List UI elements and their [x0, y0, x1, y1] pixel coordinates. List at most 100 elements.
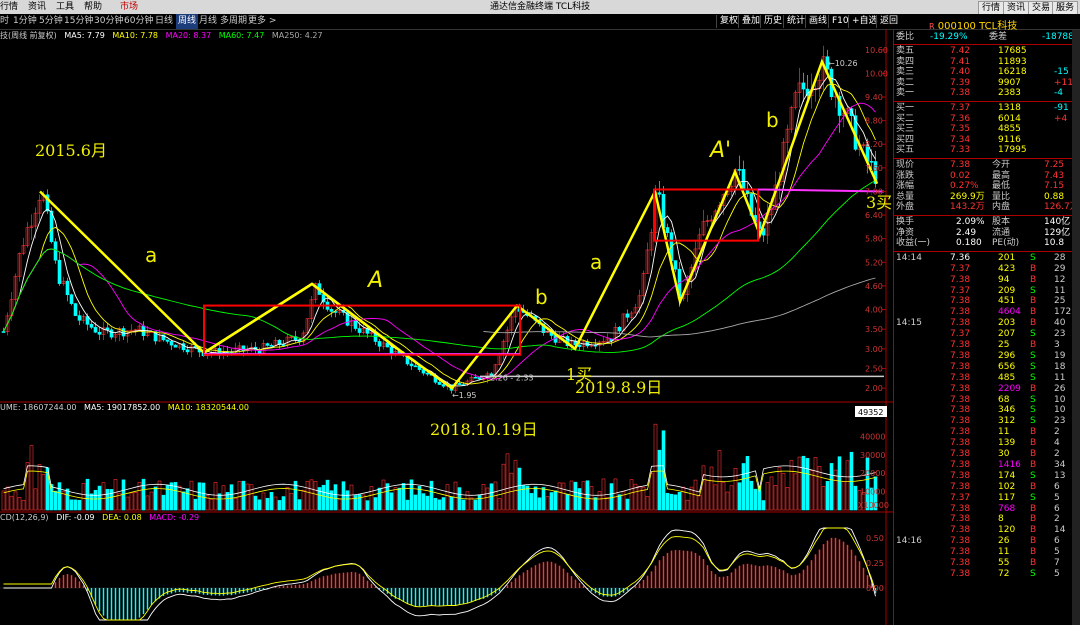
tick-row: 7.38 768 B 6: [894, 504, 1080, 515]
tick-side: S: [1030, 350, 1036, 361]
volume-bar: [373, 497, 378, 511]
volume-bar: [449, 496, 454, 511]
volume-bar: [469, 497, 474, 511]
volume-bar: [81, 483, 86, 511]
volume-bar: [353, 495, 358, 511]
toolbar-stats[interactable]: 统计: [783, 15, 805, 28]
volume-bar: [313, 481, 318, 511]
volume-bar: [73, 499, 78, 511]
period-1min[interactable]: 1分钟: [13, 14, 37, 29]
tick-price: 7.38: [950, 274, 971, 285]
tick-count: 28: [1054, 252, 1066, 263]
volume-bar: [261, 492, 266, 511]
tick-count: 6: [1054, 503, 1060, 514]
volume-bar: [645, 496, 650, 511]
fund-value: 0.180: [956, 238, 982, 249]
order-ratio-label: 委比: [896, 32, 915, 42]
volume-bar: [581, 481, 586, 511]
period-more[interactable]: 更多 >: [248, 14, 276, 29]
toolbar-add-watchlist[interactable]: +自选: [848, 15, 878, 28]
menu-item-help[interactable]: 帮助: [84, 0, 102, 14]
right-button-quote[interactable]: 行情: [978, 1, 1005, 15]
volume-bar: [269, 492, 274, 511]
tick-volume: 451: [998, 296, 1016, 307]
scrollbar[interactable]: [1072, 30, 1080, 625]
right-button-trade[interactable]: 交易: [1028, 1, 1055, 15]
candle-body: [185, 349, 190, 353]
volume-bar: [221, 485, 226, 511]
menu-item-tools[interactable]: 工具: [56, 0, 74, 14]
volume-bar: [237, 481, 242, 511]
book-level-label: 买五: [896, 145, 915, 156]
period-5min[interactable]: 5分钟: [39, 14, 63, 29]
tick-row: 7.38 139 B 4: [894, 438, 1080, 449]
tick-price: 7.38: [950, 427, 971, 438]
volume-bar: [793, 473, 798, 511]
toolbar-adjust[interactable]: 复权: [716, 15, 738, 28]
tick-count: 5: [1054, 492, 1060, 503]
tick-price: 7.38: [950, 394, 971, 405]
volume-bar: [561, 482, 566, 511]
volume-bar: [665, 492, 670, 511]
toolbar-history[interactable]: 历史: [760, 15, 782, 28]
tick-price: 7.38: [950, 459, 971, 470]
toolbar-overlay[interactable]: 叠加: [738, 15, 760, 28]
tick-count: 29: [1054, 263, 1066, 274]
candle-body: [65, 280, 70, 296]
period-multi[interactable]: 多周期: [220, 14, 247, 29]
candle-body: [477, 377, 482, 380]
period-60min[interactable]: 60分钟: [124, 14, 153, 29]
book-price: 7.42: [950, 46, 971, 56]
quote-value: 269.9万: [950, 191, 985, 202]
volume-bar: [549, 492, 554, 511]
kline-chart[interactable]: 10.6010.009.408.808.207.607.006.405.805.…: [0, 30, 893, 625]
volume-bar: [113, 479, 118, 511]
tick-volume: 4604: [998, 307, 1021, 318]
period-15min[interactable]: 15分钟: [64, 14, 93, 29]
period-monthly[interactable]: 月线: [199, 14, 217, 29]
volume-bar: [289, 493, 294, 511]
macd-tick-label: 0.00: [866, 584, 884, 593]
volume-bar: [57, 482, 62, 511]
toolbar-f10[interactable]: F10: [828, 15, 849, 28]
menu-item-market-tab[interactable]: 市场: [120, 0, 138, 14]
period-daily[interactable]: 日线: [155, 14, 173, 29]
volume-bar: [281, 496, 286, 511]
ma10-line: [3, 83, 876, 385]
menu-item-news[interactable]: 资讯: [28, 0, 46, 14]
volume-bar: [233, 498, 238, 511]
volume-bar: [425, 495, 430, 511]
period-30min[interactable]: 30分钟: [94, 14, 123, 29]
period-weekly[interactable]: 周线: [176, 14, 199, 29]
volume-bar: [69, 499, 74, 511]
tick-side: S: [1030, 372, 1036, 383]
right-button-news[interactable]: 资讯: [1003, 1, 1030, 15]
volume-bar: [657, 449, 662, 511]
volume-bar: [613, 478, 618, 511]
volume-bar: [321, 484, 326, 511]
tick-price: 7.37: [950, 329, 971, 340]
price-tick-label: 4.60: [865, 282, 883, 291]
toolbar-draw[interactable]: 画线: [805, 15, 827, 28]
right-button-service[interactable]: 服务: [1052, 1, 1079, 15]
toolbar-back[interactable]: 返回: [876, 15, 898, 28]
panel-divider: [894, 158, 1080, 159]
volume-bar: [809, 470, 814, 511]
book-price: 7.40: [950, 67, 971, 78]
tick-volume: 312: [998, 416, 1016, 427]
ask-row: 卖三 7.40 16218 -15: [894, 67, 1080, 78]
volume-bar: [13, 491, 18, 511]
volume-bar: [845, 460, 850, 511]
volume-bar: [125, 496, 130, 511]
volume-bar: [389, 492, 394, 511]
candle-body: [741, 169, 746, 191]
tick-row: 7.38 485 S 11: [894, 373, 1080, 384]
book-price: 7.36: [950, 113, 971, 124]
book-volume: 17995: [998, 145, 1027, 156]
volume-bar: [825, 481, 830, 511]
tick-volume: 11: [998, 547, 1010, 558]
menu-item-market[interactable]: 行情: [0, 0, 18, 14]
volume-flag-label: 49352: [858, 408, 883, 417]
volume-bar: [553, 490, 558, 511]
period-intraday[interactable]: 时: [0, 14, 9, 29]
